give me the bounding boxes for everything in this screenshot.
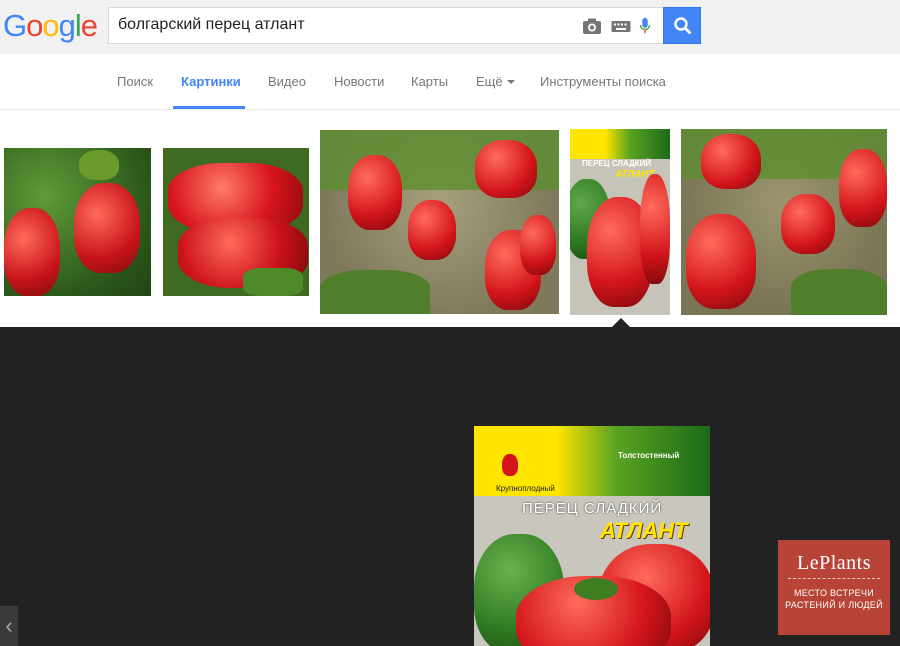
pepper [79,150,119,180]
tab-video[interactable]: Видео [268,74,306,89]
chevron-left-icon: ‹ [5,613,13,638]
package-type: Крупноплодный [496,484,555,493]
tab-news[interactable]: Новости [334,74,384,89]
package-badge: Толстостенный [618,451,680,460]
tab-images[interactable]: Картинки [181,74,241,89]
leplants-watermark: LePlants МЕСТО ВСТРЕЧИ РАСТЕНИЙ И ЛЮДЕЙ [778,540,890,635]
image-results-strip: ПЕРЕЦ СЛАДКИЙ АТЛАНТ [0,111,900,327]
search-icon [674,17,692,35]
watermark-brand: LePlants [797,552,871,574]
keyboard-icon[interactable] [611,17,631,35]
image-result-thumbnail-selected[interactable]: ПЕРЕЦ СЛАДКИЙ АТЛАНТ [570,129,670,315]
pepper [686,214,756,309]
image-viewer-panel [0,327,900,646]
image-preview[interactable]: Толстостенный Крупноплодный ПЕРЕЦ СЛАДКИ… [474,426,710,646]
logo-letter: o [26,8,43,43]
package-title: ПЕРЕЦ СЛАДКИЙ [522,500,663,517]
active-tab-indicator [173,106,245,109]
previous-image-button[interactable]: ‹ [0,606,18,646]
header: Google болгарский перец атлант [0,0,900,54]
watermark-tagline-1: МЕСТО ВСТРЕЧИ [793,588,875,598]
tab-search[interactable]: Поиск [117,74,153,89]
package-variety: АТЛАНТ [600,518,688,543]
pepper [4,208,60,296]
search-input[interactable]: болгарский перец атлант [108,7,663,44]
image-result-thumbnail[interactable] [320,130,559,314]
microphone-icon[interactable] [637,17,653,35]
logo-letter: G [3,8,27,43]
search-query: болгарский перец атлант [118,16,305,33]
pepper [408,200,456,260]
google-logo[interactable]: Google [3,6,98,46]
image-result-thumbnail[interactable] [163,148,309,296]
logo-letter: e [80,8,98,43]
pepper [640,174,670,284]
leaf [243,268,303,296]
leaf [320,270,430,314]
tab-more-label: Ещё [476,74,503,89]
pepper [348,155,402,230]
logo-letter: g [58,8,76,43]
pepper [475,140,537,198]
chevron-down-icon [506,80,515,84]
pepper [520,215,556,275]
pepper [701,134,761,189]
camera-icon[interactable] [582,17,602,35]
pepper-logo-icon [502,454,518,476]
package-header [570,129,670,159]
pepper [781,194,835,254]
pepper [74,183,140,273]
image-result-thumbnail[interactable] [681,129,887,315]
leaf [791,269,887,315]
tab-search-tools[interactable]: Инструменты поиска [540,74,666,89]
search-tabs: Поиск Картинки Видео Новости Карты Ещё И… [0,54,900,110]
pepper [839,149,887,227]
watermark-divider [788,578,880,584]
pepper-stem [574,578,618,600]
image-result-thumbnail[interactable] [4,148,151,296]
tab-maps[interactable]: Карты [411,74,448,89]
selected-thumbnail-pointer [612,318,630,327]
logo-letter: o [42,8,59,43]
search-button[interactable] [663,7,701,44]
tab-more[interactable]: Ещё [476,74,515,89]
watermark-tagline-2: РАСТЕНИЙ И ЛЮДЕЙ [785,600,883,610]
